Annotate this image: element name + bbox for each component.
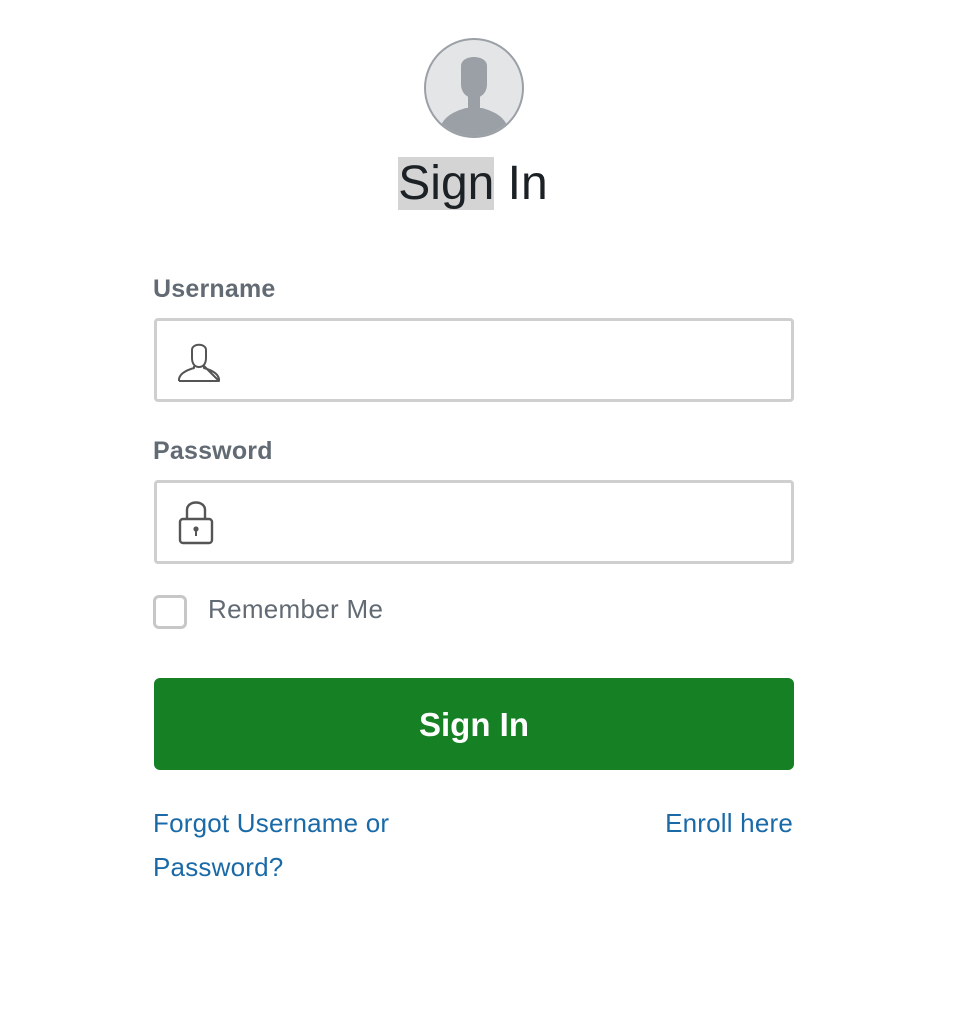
sign-in-button[interactable]: Sign In	[154, 678, 794, 770]
page-title: Sign In	[0, 152, 946, 216]
lock-icon	[175, 497, 223, 545]
remember-me-label[interactable]: Remember Me	[208, 594, 383, 625]
password-field-box[interactable]	[154, 480, 794, 564]
password-input[interactable]	[233, 493, 777, 551]
username-input[interactable]	[233, 331, 777, 389]
sign-in-page: Sign In Username Password Remember Me Si…	[0, 0, 974, 1014]
enroll-link[interactable]: Enroll here	[665, 801, 793, 845]
page-title-highlighted-word: Sign	[398, 157, 495, 210]
user-avatar-icon	[424, 38, 524, 138]
username-field-box[interactable]	[154, 318, 794, 402]
forgot-username-password-link[interactable]: Forgot Username or Password?	[153, 801, 453, 889]
username-label: Username	[153, 275, 276, 303]
remember-me-checkbox[interactable]	[153, 595, 187, 629]
page-title-rest: In	[494, 157, 548, 210]
password-label: Password	[153, 437, 273, 465]
user-outline-icon	[175, 337, 223, 385]
